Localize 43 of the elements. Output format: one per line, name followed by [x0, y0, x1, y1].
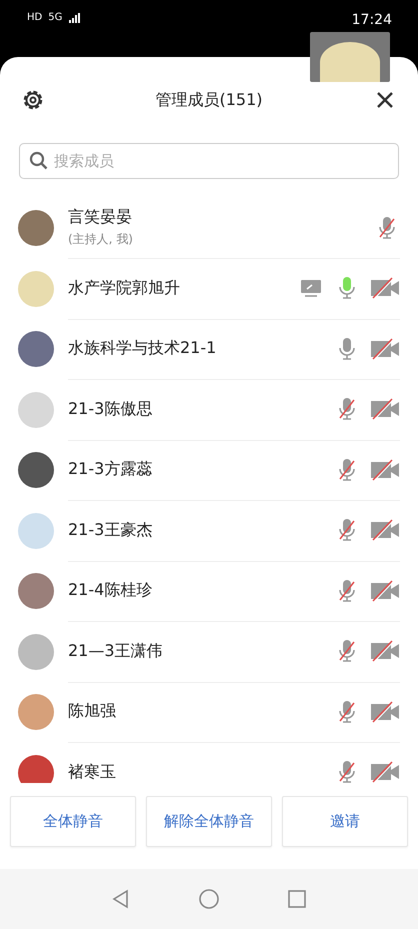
video-thumbnail[interactable]	[310, 32, 390, 82]
camera-off-icon[interactable]	[370, 275, 400, 302]
action-button[interactable]: 解除全体静音	[146, 796, 272, 847]
member-name: 21—3王潇伟	[68, 640, 164, 662]
avatar	[18, 392, 54, 428]
camera-off-icon[interactable]	[370, 517, 400, 544]
search-icon	[29, 151, 49, 171]
avatar	[18, 634, 54, 670]
camera-off-icon[interactable]	[370, 698, 400, 725]
recents-icon[interactable]	[286, 888, 308, 910]
avatar	[18, 694, 54, 730]
search-field[interactable]: 搜索成员	[19, 143, 399, 179]
avatar	[18, 210, 54, 246]
member-name: 21-3方露蕊	[68, 459, 154, 480]
member-name: 言笑晏晏	[68, 207, 133, 228]
member-name: 水产学院郭旭升	[68, 278, 181, 299]
action-button[interactable]: 邀请	[282, 796, 408, 847]
camera-off-icon[interactable]	[370, 396, 400, 422]
member-name: 水族科学与技术21-1	[68, 338, 218, 360]
status-time: 17:24	[352, 12, 392, 28]
camera-off-icon[interactable]	[370, 578, 400, 604]
status-indicator: HD	[27, 12, 42, 23]
member-name: 21-3陈傲思	[68, 398, 154, 420]
camera-off-icon[interactable]	[370, 456, 400, 483]
home-icon[interactable]	[198, 888, 220, 910]
member-name: 21-4陈桂珍	[68, 580, 154, 602]
action-button[interactable]: 全体静音	[10, 796, 136, 847]
avatar	[18, 270, 54, 307]
member-role: (主持人, 我)	[68, 231, 134, 248]
avatar	[18, 452, 54, 488]
camera-off-icon[interactable]	[370, 759, 400, 783]
signal-icon	[68, 12, 80, 24]
member-name: 21-3王豪杰	[68, 520, 154, 541]
dialog-title: 管理成员(151)	[154, 90, 264, 110]
camera-off-icon[interactable]	[370, 336, 400, 362]
status-indicator: 5G	[48, 12, 62, 23]
member-name: 褚寒玉	[68, 762, 117, 783]
avatar	[18, 754, 54, 783]
camera-off-icon[interactable]	[370, 638, 400, 664]
avatar	[18, 331, 54, 368]
member-name: 陈旭强	[68, 701, 117, 722]
avatar	[18, 512, 54, 549]
avatar	[18, 573, 54, 610]
